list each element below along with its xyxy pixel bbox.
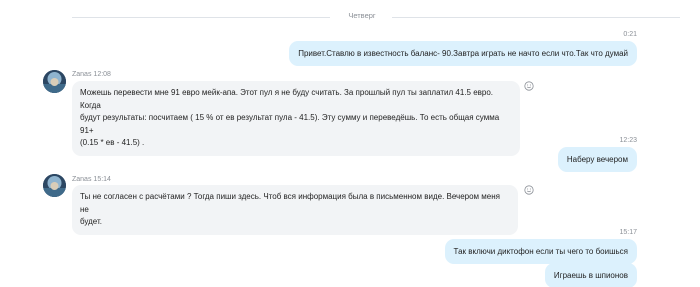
user-avatar[interactable] xyxy=(43,174,66,197)
day-separator-label: Четверг xyxy=(348,11,376,20)
message-time: 15:14 xyxy=(93,176,111,183)
incoming-message[interactable]: Ты не согласен с расчётами ? Тогда пиши … xyxy=(72,185,518,235)
message-time: 0:21 xyxy=(623,31,637,38)
user-avatar[interactable] xyxy=(43,70,66,93)
message-line: Ты не согласен с расчётами ? Тогда пиши … xyxy=(80,192,500,214)
sender-name: Zanas xyxy=(72,176,92,183)
message-line: Можешь перевести мне 91 евро мейк-апа. Э… xyxy=(80,88,494,110)
separator-line-left xyxy=(72,17,330,18)
avatar-image xyxy=(43,70,66,93)
message-meta: Zanas 12:08 xyxy=(72,71,111,78)
outgoing-message[interactable]: Играешь в шпионов xyxy=(544,263,637,287)
message-line: (0.15 * ев - 41.5) . xyxy=(80,138,145,147)
outgoing-message[interactable]: Наберу вечером xyxy=(557,147,637,172)
message-time: 12:23 xyxy=(619,137,637,144)
separator-line-right xyxy=(392,17,680,18)
smiley-icon[interactable] xyxy=(524,81,534,91)
smiley-icon[interactable] xyxy=(524,185,534,195)
sender-name: Zanas xyxy=(72,71,92,78)
incoming-message[interactable]: Можешь перевести мне 91 евро мейк-апа. Э… xyxy=(72,81,520,156)
message-meta: Zanas 15:14 xyxy=(72,176,111,183)
message-line: будет. xyxy=(80,217,102,226)
message-time: 15:17 xyxy=(619,229,637,236)
outgoing-message[interactable]: Так включи диктофон если ты чего то боиш… xyxy=(444,239,637,264)
day-separator: Четверг xyxy=(72,11,680,23)
outgoing-message[interactable]: Привет.Ставлю в известность баланс- 90.З… xyxy=(289,41,637,66)
avatar-image xyxy=(43,174,66,197)
message-time: 12:08 xyxy=(93,71,111,78)
message-line: будут результаты: посчитаем ( 15 % от ев… xyxy=(80,113,500,135)
